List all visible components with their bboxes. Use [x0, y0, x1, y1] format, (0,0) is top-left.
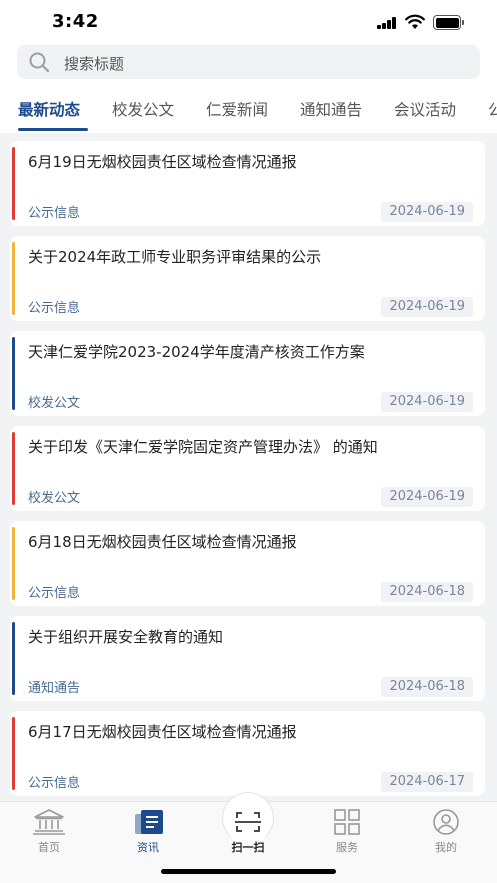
nav-scan-label: 扫一扫: [231, 841, 265, 854]
card-color-bar: [12, 147, 15, 220]
tab-school-documents[interactable]: 校发公文: [112, 98, 174, 120]
news-date: 2024-06-19: [381, 202, 473, 222]
news-date: 2024-06-17: [381, 772, 473, 792]
bank-icon: [33, 809, 65, 835]
news-category: 公示信息: [28, 206, 81, 221]
tab-renai-news[interactable]: 仁爱新闻: [206, 98, 268, 120]
news-card[interactable]: 关于2024年政工师专业职务评审结果的公示 公示信息 2024-06-19: [10, 236, 485, 321]
news-category: 公示信息: [28, 586, 81, 601]
card-color-bar: [12, 527, 15, 600]
wifi-icon: [405, 14, 425, 29]
tab-meetings[interactable]: 会议活动: [394, 98, 456, 120]
nav-home[interactable]: 首页: [19, 808, 79, 855]
nav-profile-label: 我的: [435, 841, 457, 854]
news-title: 6月17日无烟校园责任区域检查情况通报: [28, 723, 297, 741]
card-color-bar: [12, 242, 15, 315]
news-category: 公示信息: [28, 776, 81, 791]
news-icon: [135, 810, 163, 834]
news-date: 2024-06-19: [381, 487, 473, 507]
home-indicator: [161, 869, 336, 874]
tab-notices[interactable]: 通知通告: [300, 98, 362, 120]
nav-news[interactable]: 资讯: [118, 808, 178, 855]
news-date: 2024-06-18: [381, 582, 473, 602]
news-card[interactable]: 关于印发《天津仁爱学院固定资产管理办法》 的通知 校发公文 2024-06-19: [10, 426, 485, 511]
battery-icon: [433, 15, 465, 30]
tab-publicity[interactable]: 公示信息: [488, 98, 497, 120]
tab-latest[interactable]: 最新动态: [18, 98, 80, 120]
news-date: 2024-06-19: [381, 392, 473, 412]
news-title: 6月19日无烟校园责任区域检查情况通报: [28, 153, 297, 171]
nav-scan[interactable]: 扫一扫: [218, 808, 278, 855]
news-category: 校发公文: [28, 491, 81, 506]
news-list: 6月19日无烟校园责任区域检查情况通报 公示信息 2024-06-19 关于20…: [0, 133, 497, 801]
news-card[interactable]: 关于组织开展安全教育的通知 通知通告 2024-06-18: [10, 616, 485, 701]
card-color-bar: [12, 717, 15, 790]
news-title: 关于组织开展安全教育的通知: [28, 628, 224, 646]
news-category: 校发公文: [28, 396, 81, 411]
news-date: 2024-06-19: [381, 297, 473, 317]
news-title: 天津仁爱学院2023-2024学年度清产核资工作方案: [28, 343, 365, 361]
nav-services-label: 服务: [336, 841, 358, 854]
search-bar[interactable]: 搜索标题: [17, 45, 480, 79]
category-tabs: 最新动态 校发公文 仁爱新闻 通知通告 会议活动 公示信息: [0, 92, 497, 132]
active-tab-indicator: [18, 128, 88, 131]
grid-icon: [334, 809, 360, 835]
status-bar: 3:42: [0, 0, 497, 44]
news-title: 关于印发《天津仁爱学院固定资产管理办法》 的通知: [28, 438, 378, 456]
news-card[interactable]: 6月19日无烟校园责任区域检查情况通报 公示信息 2024-06-19: [10, 141, 485, 226]
news-card[interactable]: 6月17日无烟校园责任区域检查情况通报 公示信息 2024-06-17: [10, 711, 485, 796]
nav-news-label: 资讯: [137, 841, 159, 854]
status-time: 3:42: [52, 11, 99, 32]
cellular-signal-icon: [377, 17, 397, 29]
scan-icon: [235, 812, 261, 832]
search-placeholder[interactable]: 搜索标题: [64, 53, 124, 74]
search-icon: [29, 52, 50, 73]
news-card[interactable]: 6月18日无烟校园责任区域检查情况通报 公示信息 2024-06-18: [10, 521, 485, 606]
nav-home-label: 首页: [38, 841, 60, 854]
card-color-bar: [12, 622, 15, 695]
news-card[interactable]: 天津仁爱学院2023-2024学年度清产核资工作方案 校发公文 2024-06-…: [10, 331, 485, 416]
news-date: 2024-06-18: [381, 677, 473, 697]
news-title: 关于2024年政工师专业职务评审结果的公示: [28, 248, 322, 266]
card-color-bar: [12, 432, 15, 505]
top-header: 3:42 搜索标题 最新动态 校发公文 仁爱新闻 通知通告 会议活动 公示信息: [0, 0, 497, 133]
news-category: 通知通告: [28, 681, 81, 696]
news-title: 6月18日无烟校园责任区域检查情况通报: [28, 533, 297, 551]
card-color-bar: [12, 337, 15, 410]
nav-services[interactable]: 服务: [317, 808, 377, 855]
nav-profile[interactable]: 我的: [416, 808, 476, 855]
user-icon: [433, 809, 459, 835]
news-category: 公示信息: [28, 301, 81, 316]
